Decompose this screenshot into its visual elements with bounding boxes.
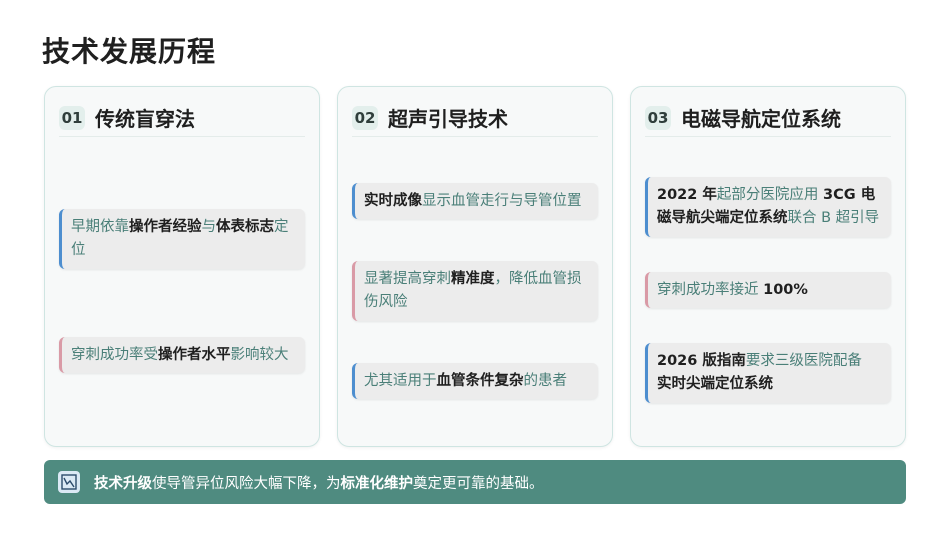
item-emphasis: 2026 版指南 <box>657 353 746 369</box>
card-traditional-blind: 01 传统盲穿法 早期依靠操作者经验与体表标志定位 穿刺成功率受操作者水平影响较… <box>44 86 320 447</box>
summary-text-part: 奠定更可靠的基础。 <box>413 475 544 492</box>
list-item: 显著提高穿刺精准度，降低血管损伤风险 <box>352 261 598 321</box>
card-title: 电磁导航定位系统 <box>681 107 841 131</box>
item-emphasis: 体表标志 <box>216 219 274 235</box>
item-emphasis: 操作者经验 <box>129 219 202 235</box>
card-header: 02 超声引导技术 <box>352 99 598 137</box>
item-emphasis: 操作者水平 <box>158 347 231 363</box>
summary-emphasis: 技术升级 <box>94 475 152 492</box>
chart-icon <box>58 471 80 493</box>
item-text: 要求三级医院配备 <box>745 353 862 369</box>
list-item: 尤其适用于血管条件复杂的患者 <box>352 363 598 399</box>
page-title: 技术发展历程 <box>42 35 217 68</box>
item-text: 起部分医院应用 <box>716 187 824 203</box>
item-text: 穿刺成功率接近 <box>657 282 764 298</box>
item-text: 影响较大 <box>230 347 289 363</box>
card-title: 传统盲穿法 <box>95 107 195 131</box>
item-text: 穿刺成功率受 <box>71 347 158 363</box>
item-text: 与 <box>201 219 217 235</box>
card-header: 01 传统盲穿法 <box>59 99 305 137</box>
item-emphasis: 2022 年 <box>657 187 717 203</box>
list-item: 穿刺成功率接近 100% <box>645 272 891 308</box>
item-emphasis: 实时成像 <box>364 193 422 209</box>
list-item: 2026 版指南要求三级医院配备实时尖端定位系统 <box>645 343 891 403</box>
card-header: 03 电磁导航定位系统 <box>645 99 891 137</box>
summary-text: 技术升级使导管异位风险大幅下降，为标准化维护奠定更可靠的基础。 <box>94 472 544 493</box>
list-item: 早期依靠操作者经验与体表标志定位 <box>59 209 305 269</box>
card-em-navigation: 03 电磁导航定位系统 2022 年起部分医院应用 3CG 电磁导航尖端定位系统… <box>630 86 906 447</box>
card-title: 超声引导技术 <box>388 107 508 131</box>
item-text: 显示血管走行与导管位置 <box>422 193 582 209</box>
card-number: 03 <box>645 105 671 130</box>
item-emphasis: 精准度 <box>451 271 495 287</box>
item-emphasis: 实时尖端定位系统 <box>657 376 773 392</box>
item-text: 的患者 <box>523 373 568 389</box>
item-text: 早期依靠 <box>71 219 129 235</box>
summary-banner: 技术升级使导管异位风险大幅下降，为标准化维护奠定更可靠的基础。 <box>44 460 906 504</box>
item-text: 显著提高穿刺 <box>364 271 451 287</box>
card-number: 01 <box>59 105 85 130</box>
item-emphasis: 100% <box>763 282 808 298</box>
item-text: 联合 B 超引导 <box>787 210 880 226</box>
list-item: 穿刺成功率受操作者水平影响较大 <box>59 337 305 373</box>
item-emphasis: 血管条件复杂 <box>436 373 524 389</box>
item-text: 尤其适用于 <box>364 373 437 389</box>
card-number: 02 <box>352 105 378 130</box>
list-item: 实时成像显示血管走行与导管位置 <box>352 183 598 219</box>
summary-text-part: 使导管异位风险大幅下降，为 <box>152 475 341 492</box>
card-ultrasound-guided: 02 超声引导技术 实时成像显示血管走行与导管位置 显著提高穿刺精准度，降低血管… <box>337 86 613 447</box>
summary-emphasis: 标准化维护 <box>340 475 414 492</box>
list-item: 2022 年起部分医院应用 3CG 电磁导航尖端定位系统联合 B 超引导 <box>645 177 891 237</box>
